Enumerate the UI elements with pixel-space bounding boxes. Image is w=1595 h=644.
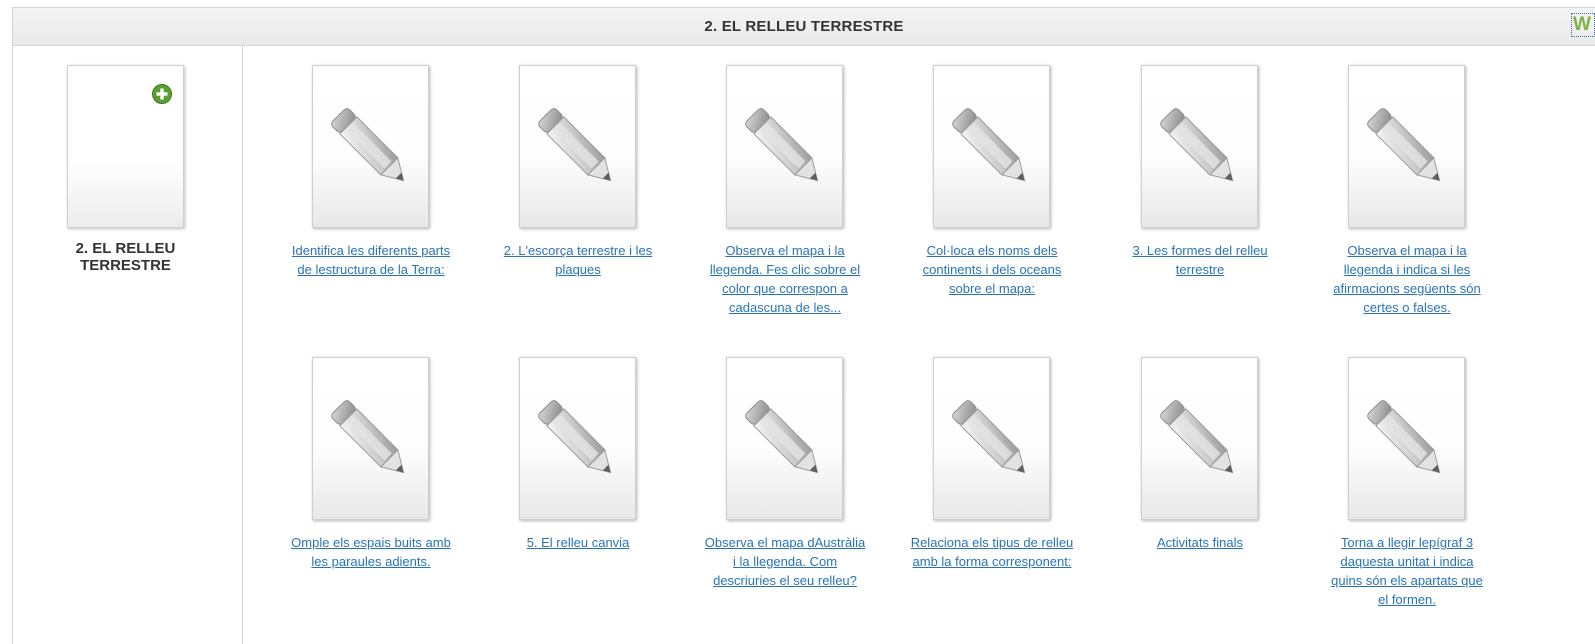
activity-link[interactable]: Identifica les diferents parts de lestru… (289, 241, 453, 279)
pencil-icon (1160, 400, 1234, 474)
activity-card[interactable] (726, 65, 843, 228)
pencil-icon (745, 108, 819, 182)
pencil-icon (1367, 400, 1441, 474)
activity-link[interactable]: Relaciona els tipus de relleu amb la for… (910, 533, 1074, 571)
activity-card[interactable] (726, 357, 843, 520)
pencil-icon (331, 108, 405, 182)
activity-card[interactable] (1141, 65, 1258, 228)
pencil-icon (1367, 108, 1441, 182)
pencil-icon (538, 108, 612, 182)
pencil-icon (538, 400, 612, 474)
activity-link[interactable]: Observa el mapa dAustràlia i la llegenda… (703, 533, 867, 590)
pencil-icon (1160, 108, 1234, 182)
pencil-icon (952, 108, 1026, 182)
activity-card[interactable] (312, 65, 429, 228)
activity-link[interactable]: 2. L'escorça terrestre i les plaques (496, 241, 660, 279)
plus-circle-icon[interactable] (152, 84, 172, 104)
activity-card[interactable] (312, 357, 429, 520)
activity-link[interactable]: Observa el mapa i la llegenda i indica s… (1325, 241, 1489, 317)
section-sidebar: 2. EL RELLEU TERRESTRE (13, 46, 243, 644)
activity-link[interactable]: Observa el mapa i la llegenda. Fes clic … (703, 241, 867, 317)
activity-link[interactable]: Col·loca els noms dels continents i dels… (910, 241, 1074, 298)
pencil-icon (952, 400, 1026, 474)
activity-link[interactable]: Activitats finals (1118, 533, 1282, 552)
w-logo-icon[interactable]: W (1571, 13, 1595, 37)
activity-link[interactable]: 3. Les formes del relleu terrestre (1118, 241, 1282, 279)
unit-panel: 2. EL RELLEU TERRESTRE W 2. EL RELLEU TE… (12, 7, 1595, 644)
activity-link[interactable]: Torna a llegir lepígraf 3 daquesta unita… (1325, 533, 1489, 609)
activity-card[interactable] (1348, 65, 1465, 228)
activity-link[interactable]: 5. El relleu canvia (496, 533, 660, 552)
activity-link[interactable]: Omple els espais buits amb les paraules … (289, 533, 453, 571)
pencil-icon (745, 400, 819, 474)
page-title: 2. EL RELLEU TERRESTRE (704, 18, 904, 35)
activity-card[interactable] (519, 357, 636, 520)
activities-grid: Identifica les diferents parts de lestru… (243, 46, 1595, 644)
activity-card[interactable] (519, 65, 636, 228)
unit-header: 2. EL RELLEU TERRESTRE W (13, 8, 1595, 46)
activity-card[interactable] (1141, 357, 1258, 520)
section-card[interactable] (67, 65, 184, 228)
activity-card[interactable] (1348, 357, 1465, 520)
pencil-icon (331, 400, 405, 474)
section-label: 2. EL RELLEU TERRESTRE (75, 240, 176, 274)
activity-card[interactable] (933, 65, 1050, 228)
activity-card[interactable] (933, 357, 1050, 520)
